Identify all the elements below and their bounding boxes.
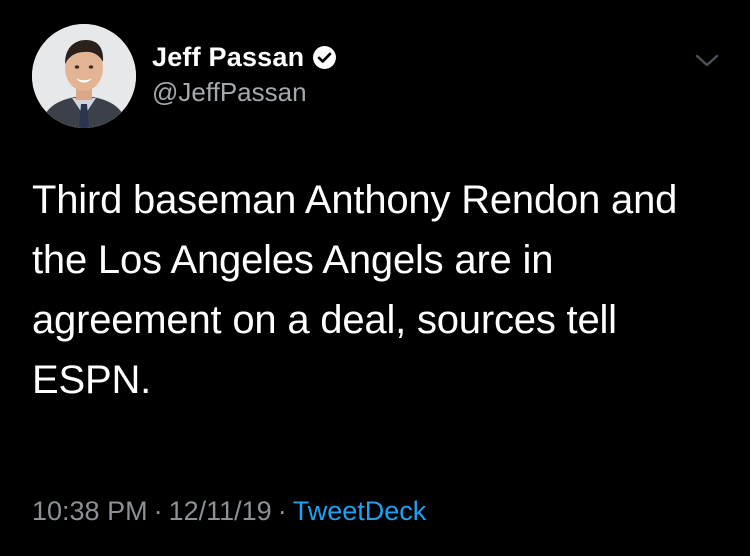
meta-separator: · <box>277 496 287 526</box>
tweet-card: Jeff Passan @JeffPassan Third baseman An… <box>0 0 750 556</box>
tweet-text-line: Third baseman Anthony Rendon and <box>32 178 678 222</box>
tweet-source-link[interactable]: TweetDeck <box>293 496 427 526</box>
author-avatar[interactable] <box>32 24 136 128</box>
tweet-date[interactable]: 12/11/19 <box>169 496 272 526</box>
author-display-name[interactable]: Jeff Passan <box>152 42 304 73</box>
verified-badge-icon <box>312 45 337 70</box>
author-name-row[interactable]: Jeff Passan <box>152 40 337 74</box>
avatar-image <box>32 24 136 128</box>
chevron-down-icon[interactable] <box>692 48 722 72</box>
tweet-metadata: 10:38 PM · 12/11/19 · TweetDeck <box>32 496 426 527</box>
tweet-time[interactable]: 10:38 PM <box>32 496 148 526</box>
tweet-text-line: the Los Angeles Angels are in <box>32 238 554 282</box>
tweet-text: Third baseman Anthony Rendon and the Los… <box>32 170 732 410</box>
author-handle[interactable]: @JeffPassan <box>152 77 307 108</box>
meta-separator: · <box>153 496 163 526</box>
tweet-text-line: agreement on a deal, sources tell <box>32 298 617 342</box>
tweet-text-line: ESPN. <box>32 358 152 402</box>
